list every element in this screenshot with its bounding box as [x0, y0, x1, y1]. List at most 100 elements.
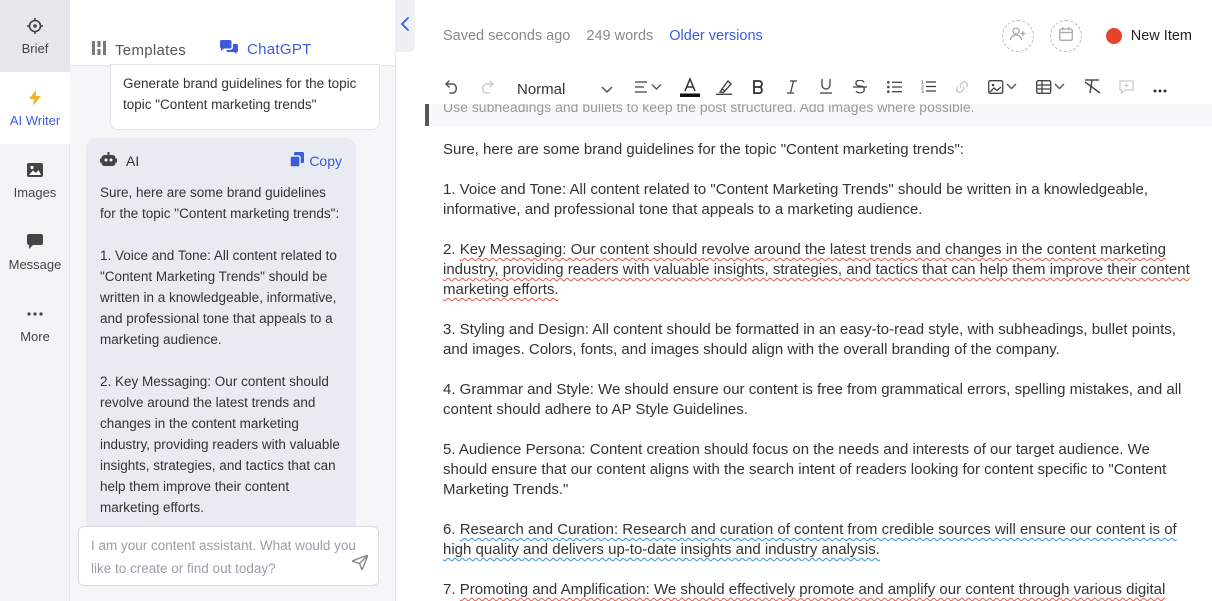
link-button[interactable]	[945, 74, 979, 104]
copy-button[interactable]: Copy	[289, 152, 342, 170]
spellcheck-highlight[interactable]: Promoting and Amplification: We should e…	[460, 581, 1166, 598]
chat-input[interactable]: I am your content assistant. What would …	[78, 526, 379, 586]
rail-item-brief[interactable]: Brief	[0, 0, 70, 72]
status-dot	[1105, 28, 1122, 44]
chevron-down-icon	[601, 81, 613, 98]
chevron-left-icon	[401, 16, 409, 36]
tab-templates[interactable]: Templates	[92, 34, 186, 66]
chat-bubbles-icon	[219, 40, 247, 58]
icon-rail: Brief AI Writer Images Message More	[0, 0, 70, 601]
ai-response-text: Sure, here are some brand guidelines for…	[100, 185, 340, 515]
robot-icon	[100, 152, 126, 170]
align-left-icon	[635, 80, 663, 98]
copy-label: Copy	[309, 153, 342, 169]
undo-button[interactable]	[435, 74, 469, 104]
redo-button[interactable]	[469, 74, 503, 104]
spellcheck-highlight[interactable]: Key Messaging: Our content should revolv…	[443, 241, 1190, 298]
editor-status-bar: Saved seconds ago 249 words Older versio…	[443, 28, 763, 44]
paragraph-7: 7. Promoting and Amplification: We shoul…	[443, 580, 1193, 600]
due-date-button[interactable]	[1049, 20, 1082, 52]
ai-sender: AI	[100, 152, 139, 170]
more-dots-icon	[1153, 80, 1167, 98]
rail-label: AI Writer	[9, 112, 61, 128]
word-count: 249 words	[586, 28, 654, 44]
paragraph-number: 7.	[443, 581, 460, 598]
chat-input-placeholder: I am your content assistant. What would …	[91, 538, 356, 576]
ai-response: AI Copy Sure, here are some brand guidel…	[86, 138, 356, 538]
grammar-highlight[interactable]: Research and Curation: Research and cura…	[443, 521, 1177, 558]
bold-icon	[752, 79, 764, 99]
paragraph-number: 2.	[443, 241, 460, 258]
editor-actions: New Item	[1001, 20, 1212, 52]
insert-image-button[interactable]	[979, 74, 1027, 104]
paragraph-5: 5. Audience Persona: Content creation sh…	[443, 441, 1167, 498]
more-options-button[interactable]	[1143, 74, 1177, 104]
strikethrough-button[interactable]	[843, 74, 877, 104]
grid-icon	[92, 41, 115, 59]
text-color-button[interactable]	[673, 74, 707, 104]
table-icon	[1036, 79, 1066, 99]
text-color-icon	[680, 76, 700, 102]
numbered-list-button[interactable]: 123	[911, 74, 945, 104]
rail-label: Brief	[21, 40, 49, 56]
panel-tabs: Templates ChatGPT	[70, 0, 395, 66]
paragraph-4: 4. Grammar and Style: We should ensure o…	[443, 381, 1182, 418]
tab-label: ChatGPT	[247, 40, 312, 58]
assistant-panel: Templates ChatGPT Generate brand guideli…	[70, 0, 396, 601]
copy-icon	[289, 152, 309, 170]
paragraph-number: 6.	[443, 521, 460, 538]
target-icon	[26, 17, 44, 35]
highlighter-icon	[715, 79, 733, 100]
link-icon	[954, 79, 970, 100]
paragraph-2: 2. Key Messaging: Our content should rev…	[443, 240, 1193, 300]
rail-item-more[interactable]: More	[0, 288, 70, 360]
add-user-icon	[1009, 26, 1026, 46]
editor: Saved seconds ago 249 words Older versio…	[415, 0, 1212, 601]
align-button[interactable]	[625, 74, 673, 104]
send-icon[interactable]	[351, 554, 369, 577]
rail-label: Message	[8, 256, 62, 272]
rail-item-ai-writer[interactable]: AI Writer	[0, 72, 70, 144]
rail-item-message[interactable]: Message	[0, 216, 70, 288]
editor-toolbar: Normal 123	[435, 74, 1177, 104]
older-versions-link[interactable]: Older versions	[669, 28, 762, 44]
paragraph-3: 3. Styling and Design: All content shoul…	[443, 321, 1176, 358]
paragraph-style-value: Normal	[517, 80, 566, 98]
ai-name-label: AI	[126, 153, 140, 169]
highlight-button[interactable]	[707, 74, 741, 104]
paragraph-1: 1. Voice and Tone: All content related t…	[443, 181, 1148, 218]
insert-image-icon	[988, 79, 1018, 99]
status-label[interactable]: New Item	[1131, 28, 1192, 44]
more-dots-icon	[26, 305, 44, 323]
prompt-text: Use subheadings and bullets to keep the …	[443, 104, 975, 115]
insert-table-button[interactable]	[1027, 74, 1075, 104]
italic-button[interactable]	[775, 74, 809, 104]
paragraph-style-select[interactable]: Normal	[503, 74, 619, 104]
calendar-icon	[1058, 26, 1073, 46]
user-message: Generate brand guidelines for the topic …	[110, 64, 380, 130]
clear-format-icon	[1084, 79, 1101, 99]
tab-chatgpt[interactable]: ChatGPT	[212, 34, 320, 66]
strikethrough-icon	[853, 79, 867, 99]
rail-item-images[interactable]: Images	[0, 144, 70, 216]
rail-label: More	[20, 328, 50, 344]
numbered-list-icon: 123	[921, 80, 936, 98]
image-icon	[26, 161, 44, 179]
bullet-list-icon	[886, 80, 902, 98]
bullet-list-button[interactable]	[877, 74, 911, 104]
tab-label: Templates	[115, 41, 187, 59]
clear-format-button[interactable]	[1075, 74, 1109, 104]
redo-icon	[479, 79, 494, 99]
document-body[interactable]: Use subheadings and bullets to keep the …	[415, 104, 1212, 601]
italic-icon	[787, 79, 797, 99]
document-text[interactable]: Sure, here are some brand guidelines for…	[443, 140, 1193, 601]
underline-button[interactable]	[809, 74, 843, 104]
chat-bubble-icon	[26, 233, 44, 251]
collapse-panel-button[interactable]	[395, 0, 415, 52]
bold-button[interactable]	[741, 74, 775, 104]
comment-icon	[1118, 79, 1134, 99]
assign-user-button[interactable]	[1001, 20, 1034, 52]
paragraph-6: 6. Research and Curation: Research and c…	[443, 520, 1193, 560]
ai-response-header: AI Copy	[100, 152, 342, 170]
comment-button[interactable]	[1109, 74, 1143, 104]
